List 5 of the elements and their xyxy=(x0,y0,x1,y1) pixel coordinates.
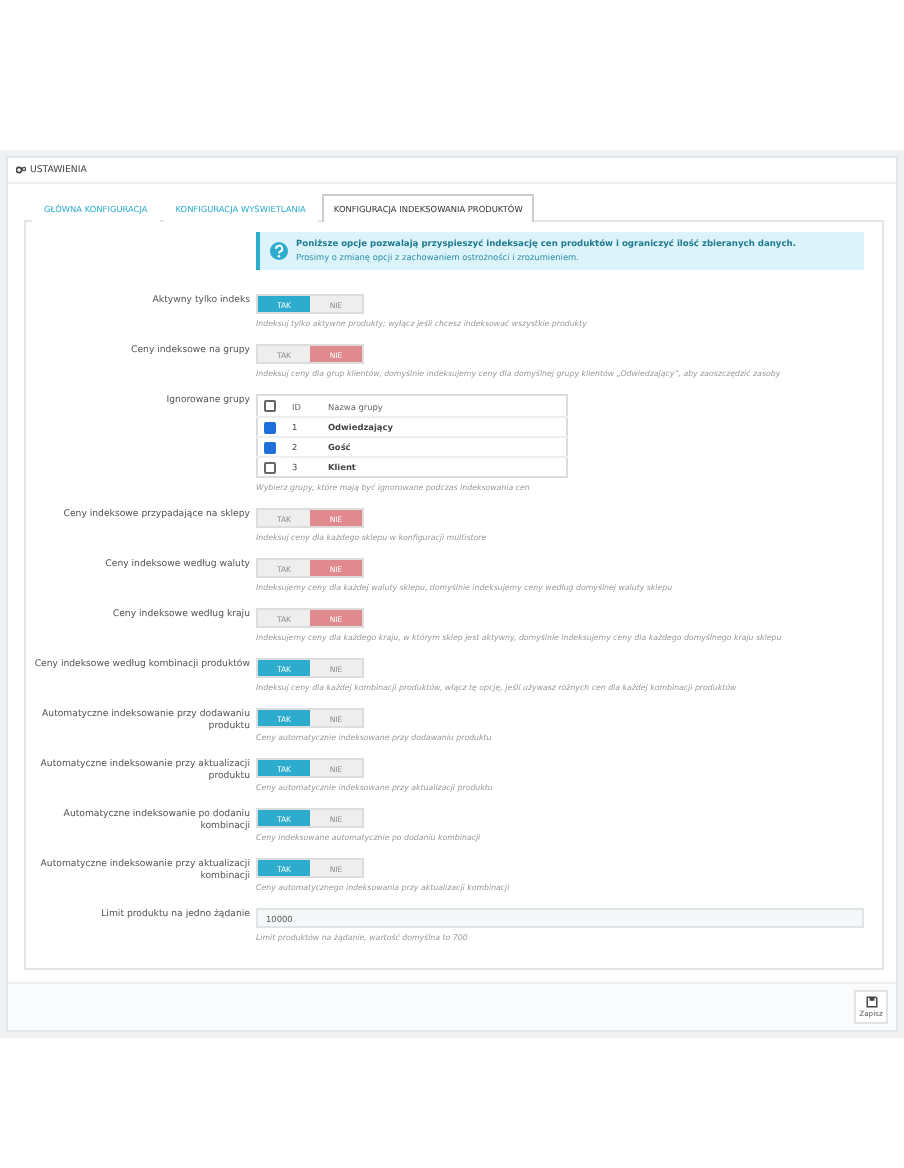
checkbox[interactable] xyxy=(264,461,276,473)
checkbox[interactable] xyxy=(264,421,276,433)
checkbox[interactable] xyxy=(264,441,276,453)
checkbox[interactable] xyxy=(264,400,276,412)
help-icon xyxy=(270,242,288,260)
